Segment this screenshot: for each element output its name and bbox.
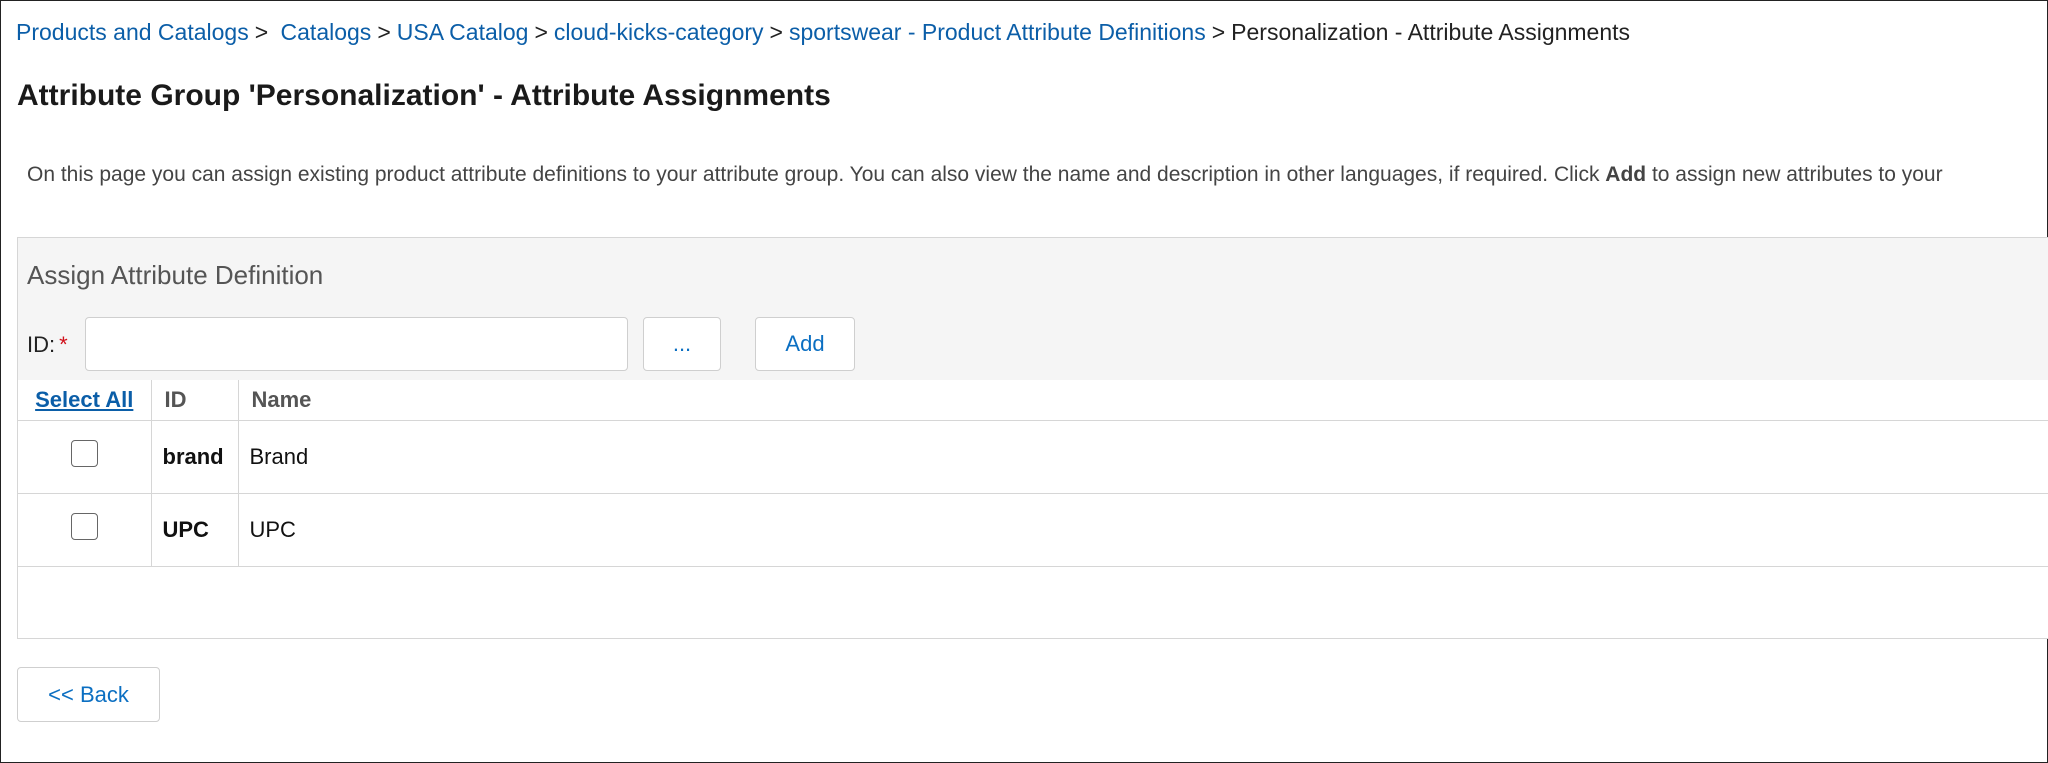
id-column-header: ID (151, 380, 239, 421)
breadcrumb-catalogs[interactable]: Catalogs (281, 19, 372, 45)
breadcrumb-separator: > (1211, 19, 1226, 45)
breadcrumb-cloud-kicks-category[interactable]: cloud-kicks-category (554, 19, 764, 45)
breadcrumb-usa-catalog[interactable]: USA Catalog (397, 19, 529, 45)
row-id-cell: UPC (151, 493, 239, 567)
breadcrumb: Products and Catalogs > Catalogs > USA Cata… (16, 19, 1630, 46)
row-checkbox[interactable] (70, 512, 98, 540)
row-select-cell (18, 493, 152, 567)
breadcrumb-current: Personalization - Attribute Assignments (1231, 19, 1631, 45)
row-checkbox[interactable] (70, 439, 98, 467)
table-row: brand Brand (18, 420, 2048, 494)
description-text-end: to assign new attributes to your (1646, 163, 1943, 186)
select-all-header: Select All (18, 380, 152, 421)
breadcrumb-separator: > (769, 19, 783, 45)
breadcrumb-separator: > (377, 19, 391, 45)
browse-button[interactable]: ... (643, 317, 721, 371)
assign-panel-header: Assign Attribute Definition ID: * ... Add (18, 238, 2048, 381)
assign-attribute-panel: Assign Attribute Definition ID: * ... Add… (17, 237, 2048, 639)
add-button[interactable]: Add (755, 317, 855, 371)
select-all-link[interactable]: Select All (35, 387, 133, 412)
assign-panel-title: Assign Attribute Definition (27, 260, 324, 290)
breadcrumb-separator: > (534, 19, 548, 45)
id-label-text: ID: (27, 332, 56, 357)
attribute-id-input[interactable] (85, 317, 628, 371)
page-title: Attribute Group 'Personalization' - Attr… (17, 79, 831, 112)
description-add-emphasis: Add (1605, 163, 1647, 186)
breadcrumb-separator: > (254, 19, 269, 45)
table-header-row: Select All ID Name (18, 380, 2048, 421)
row-id-cell: brand (151, 420, 239, 494)
breadcrumb-sportswear-attribute-definitions[interactable]: sportswear - Product Attribute Definitio… (789, 19, 1206, 45)
breadcrumb-products-and-catalogs[interactable]: Products and Catalogs (16, 19, 249, 45)
row-select-cell (18, 420, 152, 494)
table-row: UPC UPC (18, 493, 2048, 567)
attribute-table: Select All ID Name brand Brand UPC UPC (18, 380, 2048, 567)
name-column-header: Name (238, 380, 2048, 421)
row-name-cell: UPC (238, 493, 2048, 567)
id-field-label: ID: * (27, 332, 68, 358)
page-description: On this page you can assign existing pro… (27, 163, 1943, 187)
row-name-cell: Brand (238, 420, 2048, 494)
description-text: On this page you can assign existing pro… (27, 163, 1606, 186)
back-button[interactable]: << Back (17, 667, 160, 722)
required-marker: * (59, 332, 68, 357)
